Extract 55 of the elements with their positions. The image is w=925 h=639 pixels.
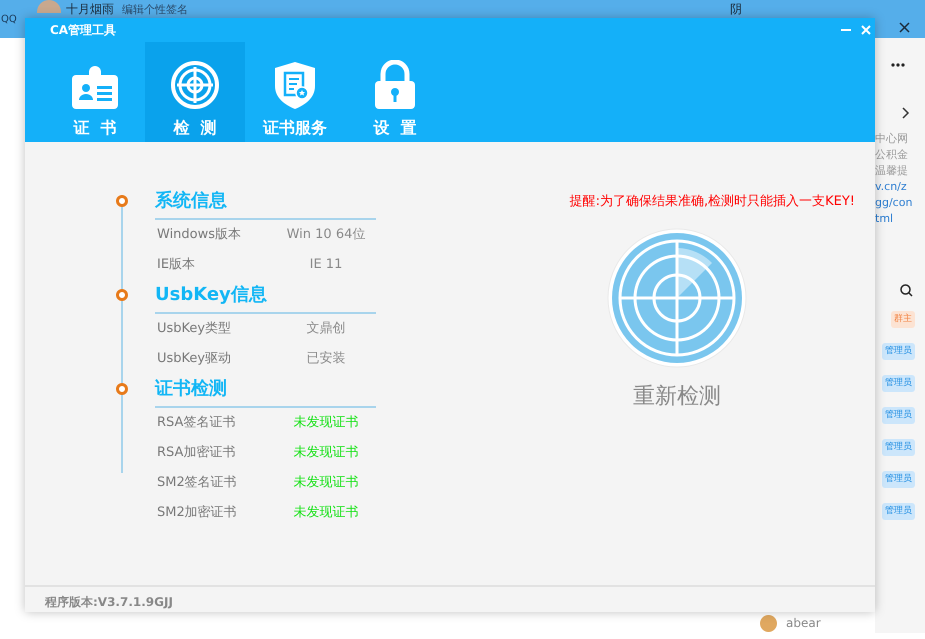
info-value: 未发现证书 <box>292 474 360 492</box>
section-title: 系统信息 <box>155 191 227 211</box>
user-name: 十月烟雨 <box>66 3 114 16</box>
notice-text: 温馨提 <box>875 163 909 179</box>
notice-text: gg/con <box>875 195 912 211</box>
role-badge: 管理员 <box>882 471 915 488</box>
close-icon[interactable] <box>899 22 910 33</box>
notice-text: tml <box>875 211 894 227</box>
app-name: QQ <box>1 14 17 26</box>
more-icon[interactable] <box>891 63 905 67</box>
weather-text: 阴 <box>730 3 742 16</box>
member-name: abear <box>786 616 821 630</box>
role-badge: 管理员 <box>882 375 915 392</box>
tab[interactable]: 设 置 <box>345 42 445 142</box>
info-value: 文鼎创 <box>306 320 346 338</box>
info-value: 未发现证书 <box>292 414 360 432</box>
version-text: 程序版本:V3.7.1.9GJJ <box>45 594 173 611</box>
info-label: RSA加密证书 <box>157 444 236 462</box>
info-value: IE 11 <box>308 256 344 274</box>
role-badge: 管理员 <box>882 407 915 424</box>
section-title: UsbKey信息 <box>155 285 267 305</box>
info-value: 未发现证书 <box>292 504 360 522</box>
role-badge: 管理员 <box>882 343 915 360</box>
role-badge: 管理员 <box>882 503 915 520</box>
info-label: IE版本 <box>157 256 196 274</box>
info-label: SM2签名证书 <box>157 474 237 492</box>
chevron-right-icon[interactable] <box>902 107 910 119</box>
role-badge: 管理员 <box>882 439 915 456</box>
info-label: UsbKey类型 <box>157 320 232 338</box>
search-icon[interactable] <box>900 284 913 297</box>
info-value: 已安装 <box>306 350 346 368</box>
notice-text: 中心网 <box>875 131 909 147</box>
info-value: 未发现证书 <box>292 444 360 462</box>
id-card-icon <box>70 64 120 110</box>
recheck-button[interactable]: 重新检测 <box>633 380 721 413</box>
signature-text: 编辑个性签名 <box>122 3 188 16</box>
role-badge: 群主 <box>891 311 915 328</box>
shield-document-icon <box>272 60 318 110</box>
crosshair-icon <box>170 60 220 110</box>
info-value: Win 10 64位 <box>286 226 366 244</box>
notice-text: 公积金 <box>875 147 909 163</box>
avatar <box>36 0 61 13</box>
info-label: SM2加密证书 <box>157 504 237 522</box>
tab[interactable]: 证书服务 <box>245 42 345 142</box>
info-label: RSA签名证书 <box>157 414 236 432</box>
reminder-text: 提醒:为了确保结果准确,检测时只能插入一支KEY! <box>570 193 855 211</box>
tab[interactable]: 证 书 <box>45 42 145 142</box>
info-label: Windows版本 <box>157 226 242 244</box>
section-title: 证书检测 <box>155 379 227 399</box>
padlock-icon <box>373 60 417 110</box>
window-title: CA管理工具 <box>50 22 116 39</box>
info-label: UsbKey驱动 <box>157 350 232 368</box>
tab[interactable]: 检 测 <box>145 42 245 142</box>
notice-text: v.cn/z <box>875 179 908 195</box>
member-avatar <box>760 615 777 632</box>
